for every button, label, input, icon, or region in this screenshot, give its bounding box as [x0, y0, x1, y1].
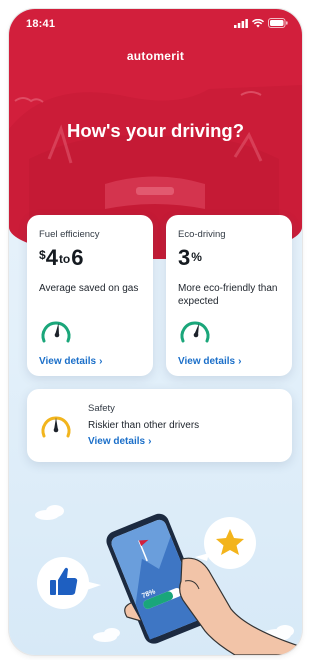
hand-holding-phone-illustration: 78% — [35, 505, 302, 655]
safety-view-details-link[interactable]: View details › — [88, 436, 151, 447]
status-time: 18:41 — [26, 18, 56, 30]
phone-screen: 18:41 automerit How's your driving? Fuel… — [9, 9, 302, 655]
fuel-efficiency-card[interactable]: Fuel efficiency $4to6 Average saved on g… — [27, 215, 153, 376]
battery-icon — [268, 18, 288, 28]
wifi-icon — [252, 18, 264, 27]
chevron-right-icon: › — [238, 356, 242, 367]
card-description: Average saved on gas — [39, 283, 139, 294]
star-bubble — [195, 517, 256, 569]
eco-view-details-link[interactable]: View details › — [178, 356, 241, 367]
chevron-right-icon: › — [99, 356, 103, 367]
signal-icon — [234, 18, 248, 28]
card-description: Riskier than other drivers — [88, 420, 200, 431]
card-title: Fuel efficiency — [39, 229, 100, 240]
eco-driving-value: 3% — [178, 245, 202, 270]
page-title: How's your driving? — [66, 120, 245, 141]
thumbs-up-bubble — [37, 557, 101, 609]
fuel-view-details-link[interactable]: View details › — [39, 356, 102, 367]
card-title: Safety — [88, 403, 115, 414]
status-bar: 18:41 — [9, 9, 302, 37]
card-title: Eco-driving — [178, 229, 226, 240]
fuel-savings-value: $4to6 — [39, 245, 84, 270]
eco-gauge-icon — [180, 321, 210, 343]
card-description: More eco-friendly than expected — [178, 283, 278, 307]
chevron-right-icon: › — [148, 436, 152, 447]
safety-card[interactable]: Safety Riskier than other drivers View d… — [27, 389, 292, 462]
app-logo-text: automerit — [126, 49, 185, 63]
safety-gauge-icon — [41, 416, 71, 438]
eco-driving-card[interactable]: Eco-driving 3% More eco-friendly than ex… — [166, 215, 292, 376]
fuel-gauge-icon — [41, 321, 71, 343]
